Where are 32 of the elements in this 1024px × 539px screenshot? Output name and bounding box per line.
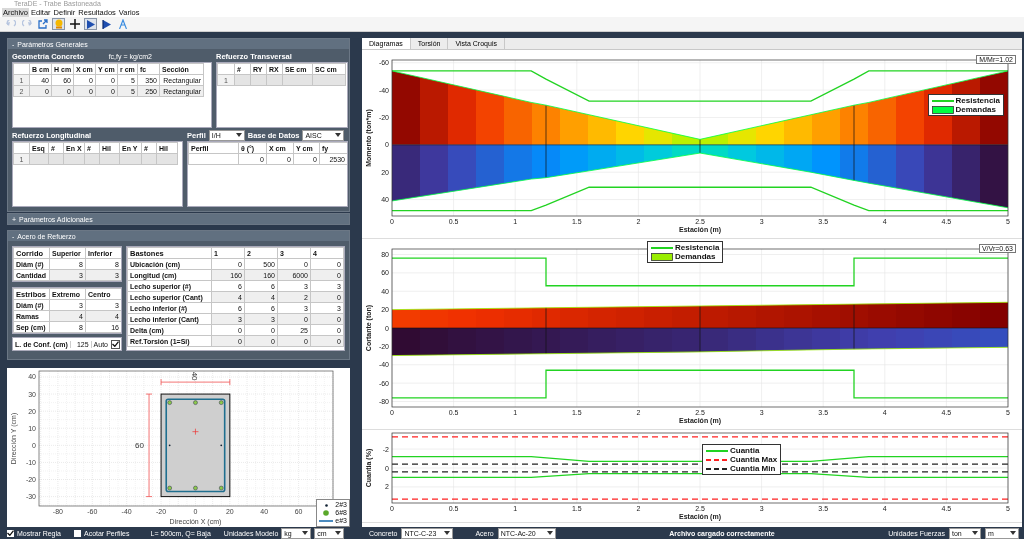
checkbox[interactable] xyxy=(111,339,120,349)
checkbox[interactable] xyxy=(73,529,81,537)
caret-icon xyxy=(335,133,342,137)
caret-icon xyxy=(1010,531,1016,535)
dot-icon xyxy=(324,503,328,507)
toolbar-button[interactable] xyxy=(68,18,81,30)
caret-icon xyxy=(302,531,309,535)
checkbox[interactable] xyxy=(7,529,14,537)
dimension-label: 40 xyxy=(190,371,200,381)
caret-icon xyxy=(335,531,342,535)
export-icon xyxy=(37,19,48,29)
plus-icon xyxy=(69,19,80,29)
toolbar-button[interactable] xyxy=(100,18,113,30)
legend-label: Cuantia Max xyxy=(730,455,778,464)
legend-label: Demandas xyxy=(675,252,717,261)
check-icon xyxy=(112,341,119,347)
undo-icon xyxy=(5,20,16,28)
legend-label: Cuantia Min xyxy=(730,464,777,473)
caret-icon xyxy=(972,531,978,535)
dimension-label: 60 xyxy=(134,441,144,451)
caret-icon xyxy=(546,531,553,535)
peak-icon xyxy=(118,19,127,29)
redo-icon xyxy=(21,20,32,28)
legend-label: Cuantia xyxy=(730,446,761,455)
caret-icon xyxy=(444,531,451,535)
legend-label: Resistencia xyxy=(955,96,1000,105)
lamp-icon xyxy=(53,19,64,29)
caret-icon xyxy=(235,133,242,137)
legend-label: Resistencia xyxy=(675,243,720,252)
check-icon xyxy=(7,530,14,536)
line-icon xyxy=(319,518,334,524)
legend-label: Demandas xyxy=(955,105,997,114)
